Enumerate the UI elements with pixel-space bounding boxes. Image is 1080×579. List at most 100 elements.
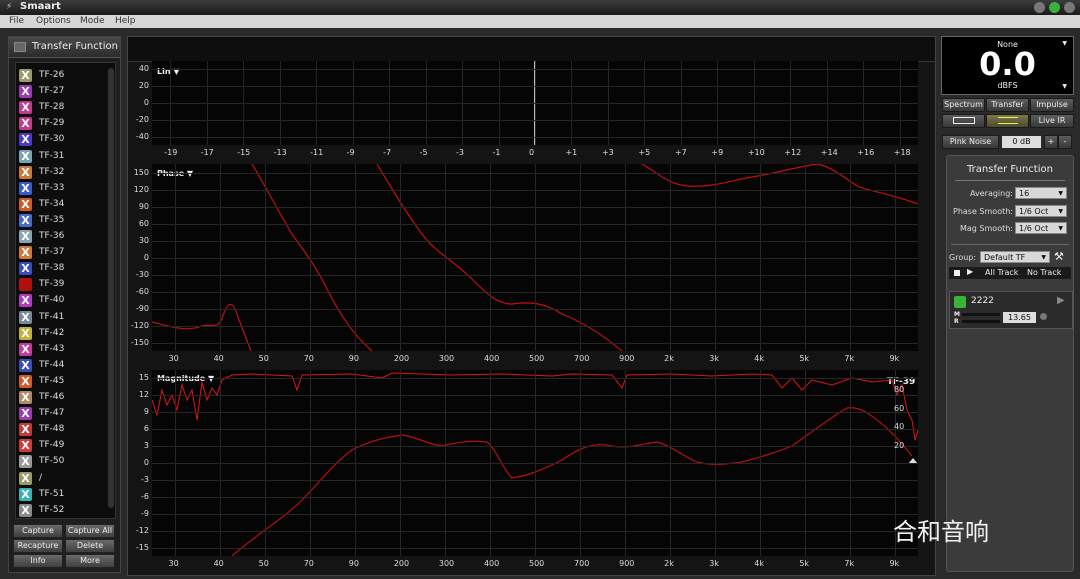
visibility-x-icon[interactable]: X xyxy=(19,455,32,469)
tf-list-item[interactable]: X TF-29 xyxy=(16,115,104,131)
visibility-x-icon[interactable]: X xyxy=(19,149,32,163)
visibility-x-icon[interactable]: X xyxy=(19,117,32,131)
visibility-x-icon[interactable]: X xyxy=(19,423,32,437)
tf-list-item[interactable]: X TF-42 xyxy=(16,325,104,341)
delay-find-icon[interactable] xyxy=(1040,313,1047,320)
tf-list-item[interactable]: X / xyxy=(16,470,104,486)
capture-button[interactable]: Capture xyxy=(13,524,63,538)
visibility-x-icon[interactable]: X xyxy=(19,374,32,388)
menu-options[interactable]: Options xyxy=(36,16,71,26)
close-button[interactable] xyxy=(1064,2,1075,13)
visibility-x-icon[interactable]: X xyxy=(19,471,32,485)
tf-list-item[interactable]: X TF-40 xyxy=(16,292,104,308)
tf-list-item[interactable]: X TF-35 xyxy=(16,212,104,228)
tf-list-item[interactable]: X TF-44 xyxy=(16,357,104,373)
stop-icon[interactable] xyxy=(954,270,960,276)
tf-list-item[interactable]: X TF-36 xyxy=(16,228,104,244)
visibility-x-icon[interactable]: X xyxy=(19,487,32,501)
visibility-x-icon[interactable]: X xyxy=(19,181,32,195)
magnitude-plot[interactable]: Magnitude ▼ TF-39 xyxy=(152,370,918,556)
mag-smooth-select[interactable]: 1/6 Oct ▼ xyxy=(1015,222,1067,234)
tf-list-item[interactable]: X TF-26 xyxy=(16,67,104,83)
visibility-x-icon[interactable]: X xyxy=(19,69,32,82)
capture-all-button[interactable]: Capture All xyxy=(65,524,115,538)
tf-list-item[interactable]: X TF-38 xyxy=(16,260,104,276)
visibility-x-icon[interactable]: X xyxy=(19,213,32,227)
visibility-x-icon[interactable]: X xyxy=(19,342,32,356)
engine-play-icon[interactable]: ▶ xyxy=(1057,295,1065,306)
lin-mode-label[interactable]: Lin ▼ xyxy=(157,67,179,76)
recapture-button[interactable]: Recapture xyxy=(13,539,63,553)
tab-spectrum[interactable]: Spectrum xyxy=(942,98,985,112)
tools-icon[interactable]: ⚒ xyxy=(1054,250,1064,263)
tf-list-item[interactable]: X TF-32 xyxy=(16,164,104,180)
tf-list-item[interactable]: X TF-43 xyxy=(16,341,104,357)
info-button[interactable]: Info xyxy=(13,554,63,568)
unit-dropdown-icon[interactable]: ▼ xyxy=(1062,83,1067,90)
list-scrollbar[interactable] xyxy=(108,68,114,508)
impulse-plot[interactable]: Lin ▼ xyxy=(152,61,918,145)
visibility-x-icon[interactable]: X xyxy=(19,407,32,421)
tf-list-item[interactable]: X TF-34 xyxy=(16,196,104,212)
tf-list-item[interactable]: X TF-51 xyxy=(16,486,104,502)
delay-field[interactable]: 13.65 xyxy=(1003,312,1036,323)
engine-row[interactable]: 2222 ▶ M R 13.65 xyxy=(949,291,1073,329)
no-track-button[interactable]: No Track xyxy=(1027,268,1061,277)
group-select[interactable]: Default TF ▼ xyxy=(980,251,1050,263)
tab-transfer[interactable]: Transfer xyxy=(986,98,1029,112)
engine-color-swatch[interactable] xyxy=(954,296,966,308)
pink-noise-level[interactable]: 0 dB xyxy=(1002,136,1041,148)
tf-list-item[interactable]: X TF-31 xyxy=(16,148,104,164)
visibility-x-icon[interactable]: X xyxy=(19,85,32,99)
visibility-x-icon[interactable]: X xyxy=(19,439,32,453)
visibility-x-icon[interactable]: X xyxy=(19,391,32,404)
level-meter[interactable]: None 0.0 dBFS ▼ ▼ xyxy=(941,36,1074,95)
tf-list-item[interactable]: X TF-28 xyxy=(16,99,104,115)
visibility-x-icon[interactable]: X xyxy=(19,101,32,115)
tf-list-item[interactable]: X TF-46 xyxy=(16,389,104,405)
tf-list-item[interactable]: X TF-52 xyxy=(16,502,104,518)
visibility-x-icon[interactable]: X xyxy=(19,262,32,276)
tf-list-item[interactable]: X TF-45 xyxy=(16,373,104,389)
phase-smooth-select[interactable]: 1/6 Oct ▼ xyxy=(1015,205,1067,217)
visibility-x-icon[interactable]: X xyxy=(19,310,32,324)
tf-list-item[interactable]: X TF-41 xyxy=(16,309,104,325)
tf-list-item[interactable]: X TF-48 xyxy=(16,421,104,437)
visibility-x-icon[interactable]: X xyxy=(19,230,32,243)
visibility-x-icon[interactable]: X xyxy=(19,358,32,372)
visibility-x-icon[interactable]: X xyxy=(19,197,32,211)
tf-list-item[interactable]: X TF-33 xyxy=(16,180,104,196)
visibility-x-icon[interactable]: X xyxy=(19,503,32,517)
visibility-x-icon[interactable]: X xyxy=(19,165,32,179)
menu-mode[interactable]: Mode xyxy=(80,16,105,26)
tf-list-item[interactable]: X TF-30 xyxy=(16,131,104,147)
averaging-select[interactable]: 16 ▼ xyxy=(1015,187,1067,199)
visibility-x-icon[interactable]: X xyxy=(19,294,32,308)
tf-list-item[interactable]: X TF-50 xyxy=(16,453,104,469)
pink-noise-button[interactable]: Pink Noise xyxy=(942,135,999,149)
engine-name[interactable]: 2222 xyxy=(971,296,994,306)
minimize-button[interactable] xyxy=(1034,2,1045,13)
live-ir-button[interactable]: Live IR xyxy=(1030,114,1074,128)
phase-plot[interactable]: Phase ▼ xyxy=(152,164,918,351)
source-dropdown-icon[interactable]: ▼ xyxy=(1062,40,1067,47)
tf-list-item[interactable]: X TF-47 xyxy=(16,405,104,421)
menu-help[interactable]: Help xyxy=(115,16,136,26)
tf-list-item[interactable]: X TF-27 xyxy=(16,83,104,99)
visibility-x-icon[interactable]: X xyxy=(19,133,32,147)
level-up-button[interactable]: + xyxy=(1044,135,1058,149)
visibility-x-icon[interactable]: X xyxy=(19,246,32,260)
tf-list-item[interactable]: X TF-37 xyxy=(16,244,104,260)
dual-view-button[interactable] xyxy=(986,114,1029,128)
all-track-button[interactable]: All Track xyxy=(985,268,1018,277)
visibility-x-icon[interactable] xyxy=(19,278,32,292)
single-view-button[interactable] xyxy=(942,114,985,128)
delete-button[interactable]: Delete xyxy=(65,539,115,553)
tf-list-item[interactable]: TF-39 xyxy=(16,276,104,292)
visibility-x-icon[interactable]: X xyxy=(19,326,32,340)
tf-list-item[interactable]: X TF-49 xyxy=(16,437,104,453)
level-down-button[interactable]: - xyxy=(1058,135,1072,149)
play-icon[interactable]: ▶ xyxy=(967,267,973,276)
maximize-button[interactable] xyxy=(1049,2,1060,13)
menu-file[interactable]: File xyxy=(9,16,24,26)
